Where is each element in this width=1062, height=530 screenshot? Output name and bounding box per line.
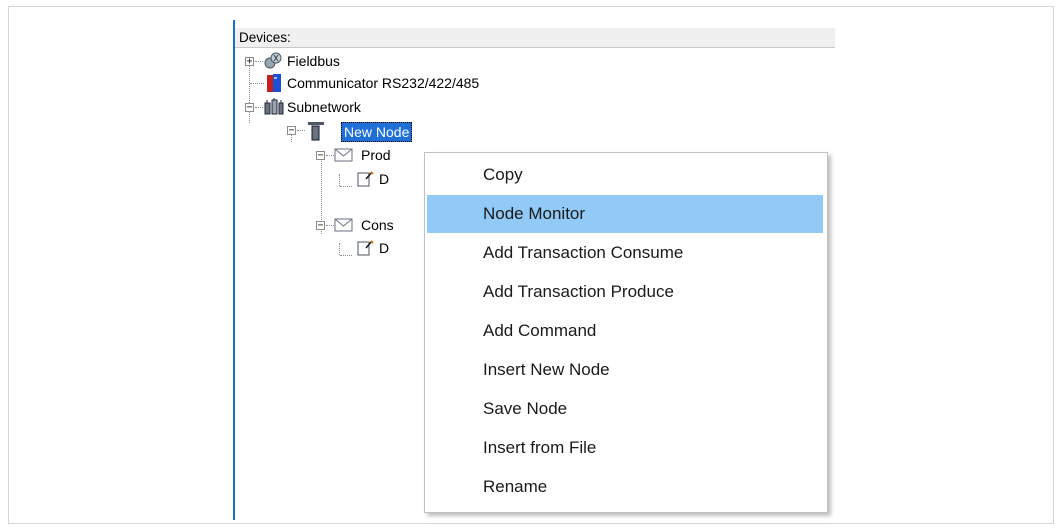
tree-item-subnetwork[interactable]: − Subnetwork [235, 96, 535, 118]
tree-item-label: D [379, 240, 390, 256]
tree-connector [326, 225, 334, 226]
menu-item-rename[interactable]: Rename [427, 468, 823, 506]
tree-item-label: D [379, 171, 390, 187]
envelope-icon [334, 218, 353, 232]
tree-connector [255, 107, 263, 108]
tree-item-label: Subnetwork [287, 99, 361, 115]
node-icon [308, 122, 324, 141]
tree-item-communicator[interactable]: Communicator RS232/422/485 [235, 72, 575, 94]
tree-item-fieldbus[interactable]: + Fieldbus [235, 50, 535, 72]
expand-plus-icon[interactable]: + [245, 57, 254, 67]
devices-header: Devices: [235, 28, 835, 48]
menu-item-insert-from-file[interactable]: Insert from File [427, 429, 823, 467]
menu-item-add-command[interactable]: Add Command [427, 312, 823, 350]
envelope-icon [334, 148, 353, 162]
menu-item-node-monitor[interactable]: Node Monitor [427, 195, 823, 233]
tree-item-label: Cons [361, 217, 394, 233]
document-edit-icon [357, 171, 374, 187]
fieldbus-icon [264, 52, 282, 69]
tree-item-label: Fieldbus [287, 53, 340, 69]
tree-connector [297, 130, 305, 131]
menu-item-copy[interactable]: Copy [427, 156, 823, 194]
tree-item-label: Prod [361, 147, 391, 163]
tree-item-label: New Node [341, 122, 413, 142]
subnetwork-icon [264, 98, 284, 115]
menu-item-insert-new-node[interactable]: Insert New Node [427, 351, 823, 389]
menu-item-save-node[interactable]: Save Node [427, 390, 823, 428]
collapse-minus-icon[interactable]: − [245, 103, 254, 113]
tree-item-new-node[interactable]: − New Node [235, 120, 535, 142]
tree-item-label: Communicator RS232/422/485 [287, 75, 480, 91]
document-edit-icon [357, 240, 374, 256]
collapse-minus-icon[interactable]: − [316, 221, 325, 231]
communicator-icon [267, 74, 281, 92]
collapse-minus-icon[interactable]: − [316, 151, 325, 161]
tree-connector [255, 61, 263, 62]
menu-item-add-transaction-consume[interactable]: Add Transaction Consume [427, 234, 823, 272]
menu-item-add-transaction-produce[interactable]: Add Transaction Produce [427, 273, 823, 311]
collapse-minus-icon[interactable]: − [287, 126, 296, 136]
tree-connector [326, 155, 334, 156]
context-menu: Copy Node Monitor Add Transaction Consum… [424, 152, 828, 513]
